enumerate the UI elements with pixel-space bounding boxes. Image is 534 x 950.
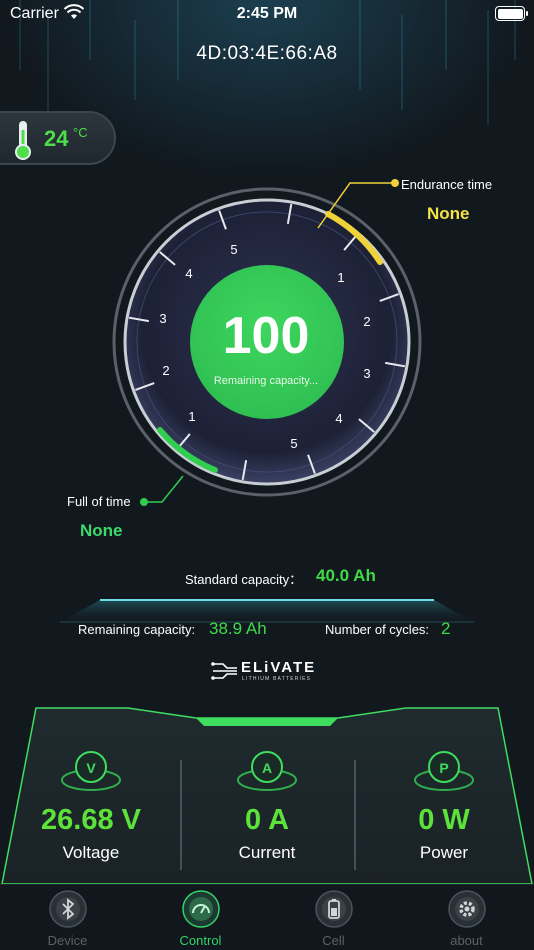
brand-tagline: LITHIUM BATTERIES <box>242 676 312 682</box>
tab-device[interactable]: Device <box>1 885 134 950</box>
full-time-label: Full of time <box>67 494 131 509</box>
endurance-time-value: None <box>427 204 470 223</box>
voltage-icon: V <box>61 751 121 791</box>
standard-capacity-label: Standard capacity： <box>185 572 303 587</box>
brand-logo: ELiVATE LITHIUM BATTERIES <box>211 659 326 684</box>
tab-control[interactable]: Control <box>134 885 267 950</box>
tab-about[interactable]: about <box>400 885 533 950</box>
gauge-tick-label: 4 <box>335 411 342 426</box>
gauge-tick-label: 3 <box>363 366 370 381</box>
gauge-tick-label: 1 <box>337 270 344 285</box>
power-value: 0 W <box>418 804 470 836</box>
endurance-time-label: Endurance time <box>401 177 493 192</box>
cycle-count-value: 2 <box>441 619 451 638</box>
gauge-tick-label: 4 <box>185 266 192 281</box>
standard-capacity-value: 40.0 Ah <box>316 566 376 585</box>
gauge-tick-label: 2 <box>363 314 370 329</box>
capacity-gauge: 5 4 3 2 1 1 2 3 4 5 <box>112 179 422 506</box>
tab-device-label: Device <box>47 933 88 948</box>
capacity-percentage-label: Remaining capacity... <box>213 375 319 387</box>
cycle-count-label: Number of cycles: <box>325 622 430 637</box>
gear-icon <box>448 890 486 928</box>
tab-bar: Device Control Cell about <box>0 884 534 950</box>
full-marker <box>140 498 148 506</box>
dashboard-icon <box>182 890 220 928</box>
full-time-value: None <box>80 521 123 540</box>
gauge-tick-label: 5 <box>230 242 237 257</box>
full-leader-line <box>147 475 184 503</box>
tab-cell[interactable]: Cell <box>267 885 400 950</box>
current-icon: A <box>237 751 297 791</box>
current-icon-letter: A <box>262 760 272 776</box>
brand-name: ELiVATE <box>241 659 317 676</box>
gauge-tick-label: 3 <box>159 311 166 326</box>
voltage-metric: V 26.68 V Voltage <box>2 700 180 885</box>
current-metric: A 0 A Current <box>178 700 356 885</box>
tab-cell-label: Cell <box>322 933 345 948</box>
bluetooth-icon <box>49 890 87 928</box>
tab-control-label: Control <box>179 933 222 948</box>
battery-cell-icon <box>315 890 353 928</box>
capacity-percentage: 100 <box>222 307 310 365</box>
power-icon-letter: P <box>439 760 448 776</box>
remaining-capacity-value: 38.9 Ah <box>209 619 267 638</box>
power-icon: P <box>414 751 474 791</box>
current-value: 0 A <box>244 804 290 836</box>
remaining-capacity-label: Remaining capacity: <box>78 622 196 637</box>
power-label: Power <box>419 843 469 862</box>
current-label: Current <box>238 843 296 862</box>
gauge-tick-label: 1 <box>188 409 195 424</box>
endurance-marker <box>391 179 399 187</box>
voltage-label: Voltage <box>62 843 120 862</box>
voltage-value: 26.68 V <box>41 804 141 836</box>
metrics-panel: V 26.68 V Voltage A 0 A Current P 0 W Po… <box>0 700 534 885</box>
gauge-tick-label: 2 <box>162 363 169 378</box>
gauge-tick-label: 5 <box>290 436 297 451</box>
power-metric: P 0 W Power <box>355 700 533 885</box>
tab-about-label: about <box>450 933 483 948</box>
voltage-icon-letter: V <box>86 760 96 776</box>
brand-logo-mark <box>211 662 237 680</box>
